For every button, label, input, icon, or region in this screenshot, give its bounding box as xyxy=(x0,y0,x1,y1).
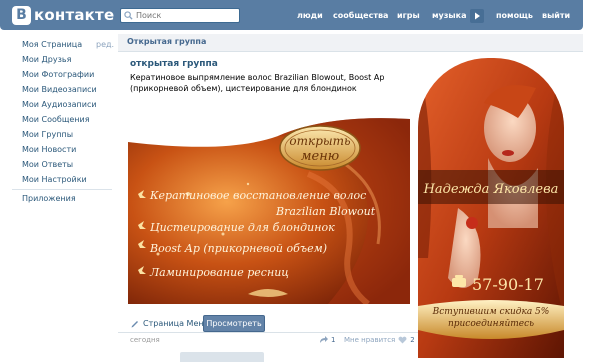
menu-apps[interactable]: Приложения xyxy=(22,194,76,203)
menu-page-link-text: Страница Меню xyxy=(143,318,211,328)
post-meta-row: сегодня 1 Мне нравится 2 xyxy=(118,332,418,346)
portrait-graphic: Надежда Яковлева 57-90-17 Вступившим ски… xyxy=(418,58,564,358)
nav-help[interactable]: помощь xyxy=(496,0,533,30)
top-header: В контакте люди сообщества игры музыка п… xyxy=(0,0,583,30)
menu-my-answers[interactable]: Мои Ответы xyxy=(22,160,73,169)
post-date: сегодня xyxy=(130,336,160,344)
pencil-icon xyxy=(131,321,138,328)
share-button[interactable]: 1 xyxy=(319,336,335,344)
menu-page-link[interactable]: Страница Меню xyxy=(130,314,210,332)
portrait-phone: 57-90-17 xyxy=(472,275,544,294)
breadcrumb: Открытая группа xyxy=(127,37,207,46)
menu-my-settings[interactable]: Мои Настройки xyxy=(22,175,87,184)
search-input[interactable] xyxy=(136,9,236,22)
portrait-promo-line1: Вступившим скидка 5% xyxy=(432,307,550,317)
search-box[interactable] xyxy=(120,8,240,23)
banner-line-blowout: Brazilian Blowout xyxy=(275,205,376,218)
nav-games[interactable]: игры xyxy=(397,0,420,30)
nav-communities[interactable]: сообщества xyxy=(333,0,388,30)
menu-my-videos[interactable]: Мои Видеозаписи xyxy=(22,85,97,94)
like-button[interactable]: Мне нравится 2 xyxy=(344,336,415,344)
portrait-name: Надежда Яковлева xyxy=(423,182,559,197)
group-title: открытая группа xyxy=(130,59,218,69)
bottom-panel-edge xyxy=(180,352,264,362)
play-icon xyxy=(475,12,480,20)
share-icon xyxy=(320,336,328,343)
view-button[interactable]: Просмотреть xyxy=(203,315,265,332)
like-label: Мне нравится xyxy=(344,336,396,344)
breadcrumb-bar: Открытая группа xyxy=(118,34,583,52)
menu-edit-link[interactable]: ред. xyxy=(96,40,114,49)
banner-graphic: открыть меню Кератиновое восстановление … xyxy=(128,114,410,304)
menu-my-messages[interactable]: Мои Сообщения xyxy=(22,115,90,124)
banner-badge-line2: меню xyxy=(301,149,339,164)
butterfly-icon xyxy=(548,63,558,73)
menu-my-friends[interactable]: Мои Друзья xyxy=(22,55,71,64)
nav-people[interactable]: люди xyxy=(297,0,323,30)
search-icon xyxy=(124,11,133,20)
menu-my-audio[interactable]: Мои Аудиозаписи xyxy=(22,100,97,109)
share-count: 1 xyxy=(331,336,336,344)
menu-divider xyxy=(12,189,112,190)
banner-line-boost: Boost Ap (прикорневой объем) xyxy=(149,242,327,255)
menu-my-photos[interactable]: Мои Фотографии xyxy=(22,70,94,79)
heart-icon xyxy=(398,336,407,344)
nav-music[interactable]: музыка xyxy=(432,0,466,30)
nav-logout[interactable]: выйти xyxy=(542,0,570,30)
menu-my-page[interactable]: Моя Страница xyxy=(22,40,82,49)
vk-logo[interactable]: В контакте xyxy=(12,4,114,26)
banner-badge-line1: открыть xyxy=(289,134,350,148)
menu-banner-image[interactable]: открыть меню Кератиновое восстановление … xyxy=(128,114,410,304)
group-avatar-image[interactable]: Надежда Яковлева 57-90-17 Вступившим ски… xyxy=(418,58,564,358)
portrait-promo-line2: присоединяйтесь xyxy=(448,319,534,329)
menu-my-groups[interactable]: Мои Группы xyxy=(22,130,73,139)
like-count: 2 xyxy=(410,336,415,344)
banner-line-cysteine: Цистеирование для блондинок xyxy=(150,221,335,234)
vk-logo-badge: В xyxy=(12,5,31,25)
play-button[interactable] xyxy=(470,9,484,23)
menu-my-news[interactable]: Мои Новости xyxy=(22,145,76,154)
banner-line-keratin: Кератиновое восстановление волос xyxy=(149,189,366,202)
banner-line-lashes: Ламинирование ресниц xyxy=(149,266,289,279)
group-description: Кератиновое выпрямление волос Brazilian … xyxy=(130,73,385,93)
vk-logo-text: контакте xyxy=(34,6,115,24)
